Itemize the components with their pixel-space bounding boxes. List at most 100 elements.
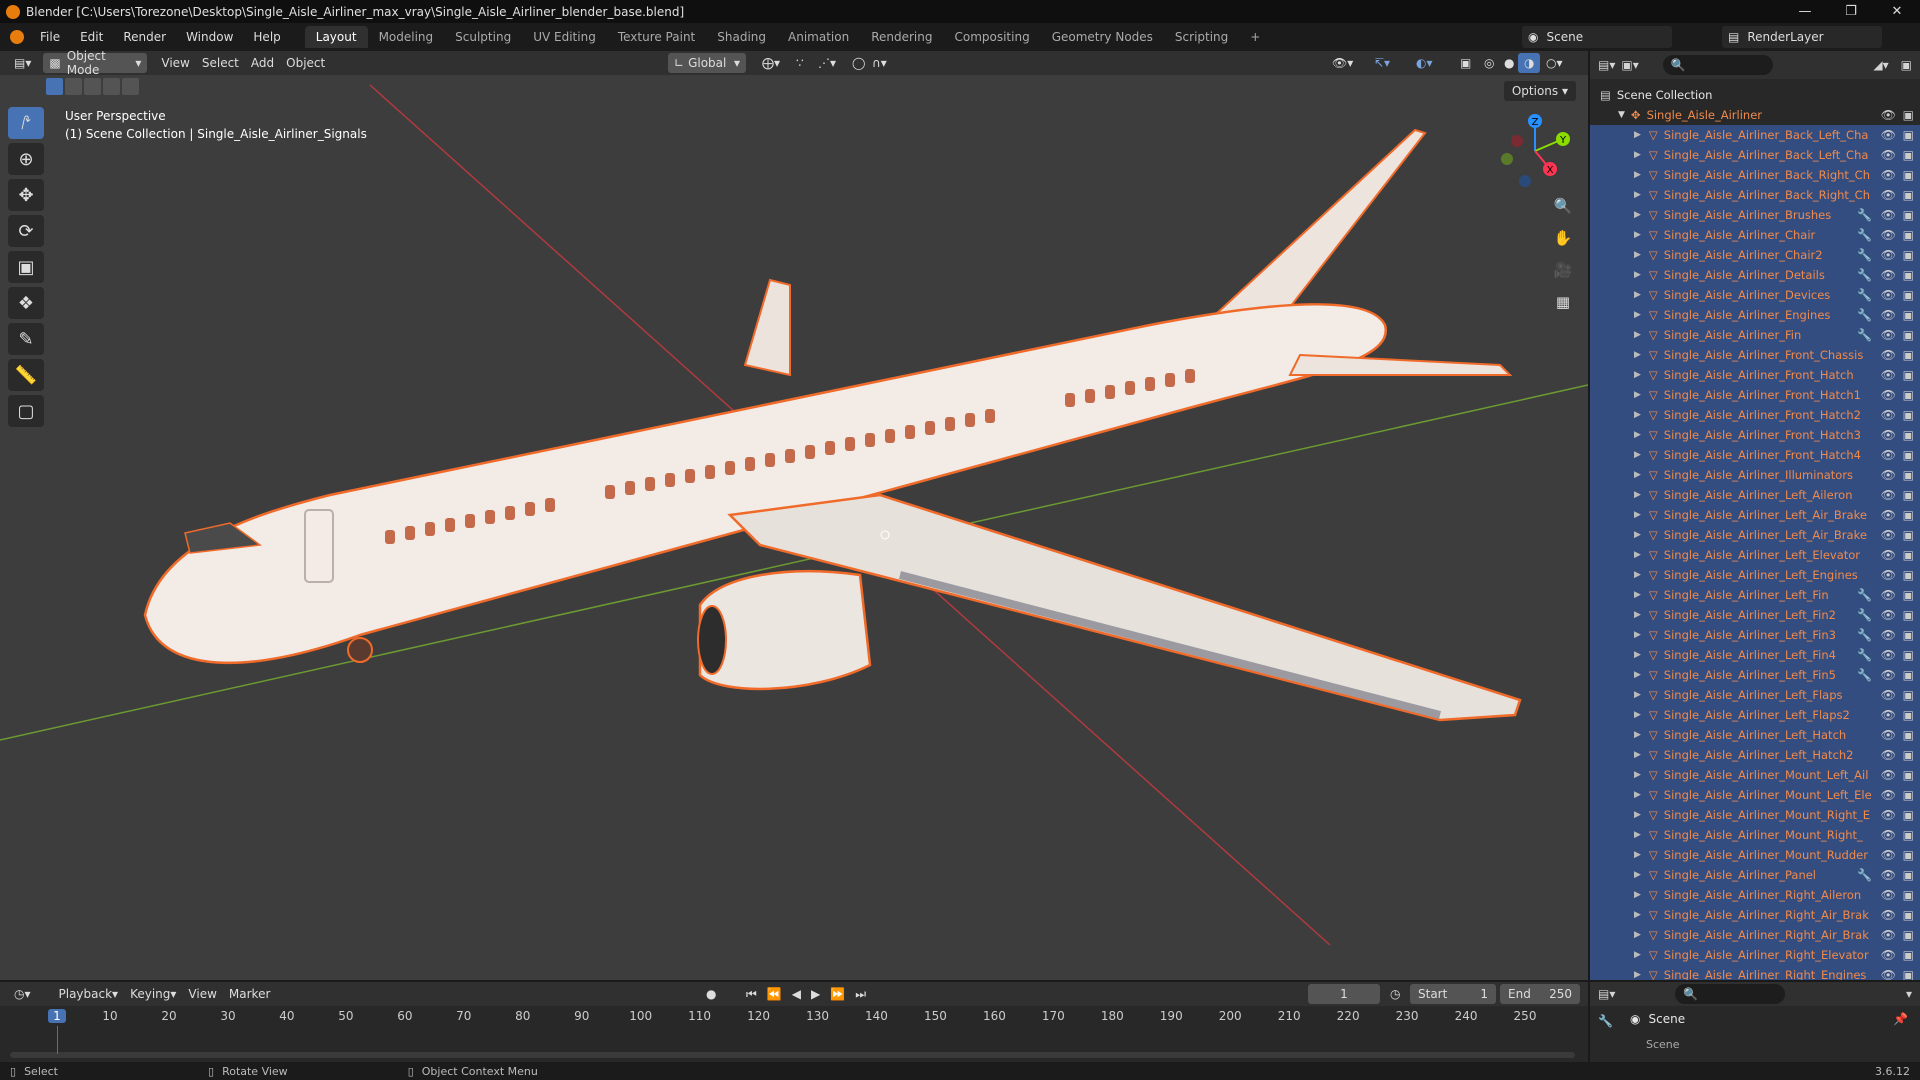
neg-z-axis-icon[interactable] (1519, 175, 1531, 187)
options-dropdown[interactable]: Options ▾ (1503, 81, 1576, 101)
render-camera-icon[interactable]: ▣ (1903, 388, 1914, 402)
mode-dropdown[interactable]: ▩ Object Mode ▾ (43, 49, 148, 77)
visibility-eye-icon[interactable]: 👁 (1881, 328, 1896, 342)
modifier-wrench-icon[interactable]: 🔧 (1857, 228, 1872, 242)
navigation-gizmo[interactable]: Z Y X (1495, 111, 1575, 191)
render-camera-icon[interactable]: ▣ (1903, 808, 1914, 822)
expand-arrow-icon[interactable]: ▶ (1634, 850, 1641, 860)
tab-texture-paint[interactable]: Texture Paint (607, 26, 706, 48)
display-mode-icon[interactable]: ▣▾ (1621, 58, 1638, 72)
visibility-eye-icon[interactable]: 👁 (1881, 508, 1896, 522)
outliner-item[interactable]: ▶ ▽ Single_Aisle_Airliner_Chair2 🔧 👁 ▣ (1590, 245, 1920, 265)
outliner-search-input[interactable]: 🔍 (1662, 55, 1773, 75)
render-camera-icon[interactable]: ▣ (1903, 568, 1914, 582)
render-camera-icon[interactable]: ▣ (1903, 948, 1914, 962)
tab-geometry-nodes[interactable]: Geometry Nodes (1041, 26, 1164, 48)
render-camera-icon[interactable]: ▣ (1903, 888, 1914, 902)
rendered-shading-icon[interactable]: ○▾ (1540, 53, 1569, 73)
render-camera-icon[interactable]: ▣ (1903, 828, 1914, 842)
render-camera-icon[interactable]: ▣ (1903, 748, 1914, 762)
modifier-wrench-icon[interactable]: 🔧 (1857, 268, 1872, 282)
outliner-item[interactable]: ▶ ▽ Single_Aisle_Airliner_Mount_Rudder 👁 ▣ (1590, 845, 1920, 865)
render-camera-icon[interactable]: ▣ (1903, 728, 1914, 742)
snap-target-icon[interactable]: ⋰▾ (812, 53, 842, 73)
next-keyframe-icon[interactable]: ⏩ (830, 987, 845, 1002)
visibility-eye-icon[interactable]: 👁 (1881, 468, 1896, 482)
modifier-wrench-icon[interactable]: 🔧 (1857, 648, 1872, 662)
render-camera-icon[interactable]: ▣ (1903, 108, 1914, 122)
outliner-item[interactable]: ▶ ▽ Single_Aisle_Airliner_Front_Chassis 👁 ▣ (1590, 345, 1920, 365)
menu-add[interactable]: Add (245, 53, 280, 73)
properties-editor-type-icon[interactable]: ▤▾ (1598, 987, 1615, 1001)
scale-tool-icon[interactable]: ▣ (8, 251, 44, 283)
visibility-eye-icon[interactable]: 👁 (1881, 108, 1896, 122)
modifier-wrench-icon[interactable]: 🔧 (1857, 668, 1872, 682)
expand-arrow-icon[interactable]: ▶ (1634, 290, 1641, 300)
expand-arrow-icon[interactable]: ▶ (1634, 530, 1641, 540)
outliner-item[interactable]: ▶ ▽ Single_Aisle_Airliner_Back_Right_Ch 👁 ▣ (1590, 185, 1920, 205)
outliner-item[interactable]: ▶ ▽ Single_Aisle_Airliner_Details 🔧 👁 ▣ (1590, 265, 1920, 285)
outliner-item[interactable]: ▶ ▽ Single_Aisle_Airliner_Left_Elevator 👁 ▣ (1590, 545, 1920, 565)
outliner-item[interactable]: ▶ ▽ Single_Aisle_Airliner_Right_Air_Brak 👁 ▣ (1590, 905, 1920, 925)
expand-arrow-icon[interactable]: ▶ (1634, 470, 1641, 480)
view-layer-selector[interactable]: ▤ RenderLayer (1722, 26, 1882, 48)
menu-playback[interactable]: Playback ▾ (53, 984, 125, 1004)
modifier-wrench-icon[interactable]: 🔧 (1857, 328, 1872, 342)
pivot-point-icon[interactable]: ⨁▾ (756, 53, 786, 73)
measure-tool-icon[interactable]: 📏 (8, 359, 44, 391)
material-preview-shading-icon[interactable]: ◑ (1518, 53, 1541, 73)
render-camera-icon[interactable]: ▣ (1903, 268, 1914, 282)
outliner-item[interactable]: ▶ ▽ Single_Aisle_Airliner_Left_Fin4 🔧 👁 ▣ (1590, 645, 1920, 665)
outliner-item[interactable]: ▶ ▽ Single_Aisle_Airliner_Mount_Right_E 👁 ▣ (1590, 805, 1920, 825)
modifier-wrench-icon[interactable]: 🔧 (1857, 588, 1872, 602)
outliner-item[interactable]: ▶ ▽ Single_Aisle_Airliner_Back_Left_Cha 👁 ▣ (1590, 125, 1920, 145)
outliner-item[interactable]: ▶ ▽ Single_Aisle_Airliner_Right_Aileron 👁 ▣ (1590, 885, 1920, 905)
pin-icon[interactable]: 📌 (1893, 1012, 1908, 1026)
expand-arrow-icon[interactable]: ▶ (1634, 430, 1641, 440)
modifier-wrench-icon[interactable]: 🔧 (1857, 628, 1872, 642)
render-camera-icon[interactable]: ▣ (1903, 848, 1914, 862)
render-camera-icon[interactable]: ▣ (1903, 608, 1914, 622)
visibility-eye-icon[interactable]: 👁 (1881, 568, 1896, 582)
transform-orientation-dropdown[interactable]: ∟ Global ▾ (668, 53, 746, 73)
prev-keyframe-icon[interactable]: ⏪ (767, 987, 782, 1002)
outliner-item[interactable]: ▶ ▽ Single_Aisle_Airliner_Right_Air_Brak 👁 ▣ (1590, 925, 1920, 945)
select-invert-icon[interactable] (103, 78, 120, 95)
visibility-eye-icon[interactable]: 👁 (1881, 748, 1896, 762)
minimize-button[interactable]: — (1782, 0, 1828, 23)
expand-arrow-icon[interactable]: ▶ (1634, 170, 1641, 180)
timeline-editor-type-icon[interactable]: ◷▾ (8, 984, 37, 1004)
expand-arrow-icon[interactable]: ▶ (1634, 910, 1641, 920)
expand-arrow-icon[interactable]: ▶ (1634, 250, 1641, 260)
visibility-eye-icon[interactable]: 👁 (1881, 348, 1896, 362)
expand-arrow-icon[interactable]: ▶ (1634, 670, 1641, 680)
visibility-eye-icon[interactable]: 👁 (1881, 248, 1896, 262)
3d-viewport[interactable]: ⭚ ⊕ ✥ ⟳ ▣ ❖ ✎ 📏 ▢ User Perspective (1) S… (0, 75, 1588, 980)
outliner-item[interactable]: ▶ ▽ Single_Aisle_Airliner_Back_Left_Cha 👁 ▣ (1590, 145, 1920, 165)
visibility-eye-icon[interactable]: 👁 (1881, 128, 1896, 142)
expand-arrow-icon[interactable]: ▶ (1634, 510, 1641, 520)
visibility-eye-icon[interactable]: 👁 (1881, 288, 1896, 302)
expand-arrow-icon[interactable]: ▶ (1634, 770, 1641, 780)
transform-tool-icon[interactable]: ❖ (8, 287, 44, 319)
tab-animation[interactable]: Animation (777, 26, 860, 48)
visibility-eye-icon[interactable]: 👁 (1881, 728, 1896, 742)
render-camera-icon[interactable]: ▣ (1903, 688, 1914, 702)
annotate-tool-icon[interactable]: ✎ (8, 323, 44, 355)
visibility-eye-icon[interactable]: 👁 (1881, 308, 1896, 322)
tab-shading[interactable]: Shading (706, 26, 777, 48)
jump-start-icon[interactable]: ⏮ (746, 987, 757, 1002)
modifier-wrench-icon[interactable]: 🔧 (1857, 288, 1872, 302)
outliner-item[interactable]: ▶ ▽ Single_Aisle_Airliner_Mount_Left_Ail 👁 ▣ (1590, 765, 1920, 785)
outliner-item[interactable]: ▶ ▽ Single_Aisle_Airliner_Engines 🔧 👁 ▣ (1590, 305, 1920, 325)
play-reverse-icon[interactable]: ◀ (792, 987, 801, 1002)
add-cube-tool-icon[interactable]: ▢ (8, 395, 44, 427)
outliner-item[interactable]: ▶ ▽ Single_Aisle_Airliner_Left_Fin 🔧 👁 ▣ (1590, 585, 1920, 605)
expand-arrow-icon[interactable]: ▶ (1634, 370, 1641, 380)
neg-x-axis-icon[interactable] (1511, 135, 1523, 147)
visibility-eye-icon[interactable]: 👁 (1881, 628, 1896, 642)
overlay-toggle-icon[interactable]: ◐▾ (1410, 53, 1439, 73)
render-camera-icon[interactable]: ▣ (1903, 868, 1914, 882)
render-camera-icon[interactable]: ▣ (1903, 708, 1914, 722)
render-camera-icon[interactable]: ▣ (1903, 408, 1914, 422)
